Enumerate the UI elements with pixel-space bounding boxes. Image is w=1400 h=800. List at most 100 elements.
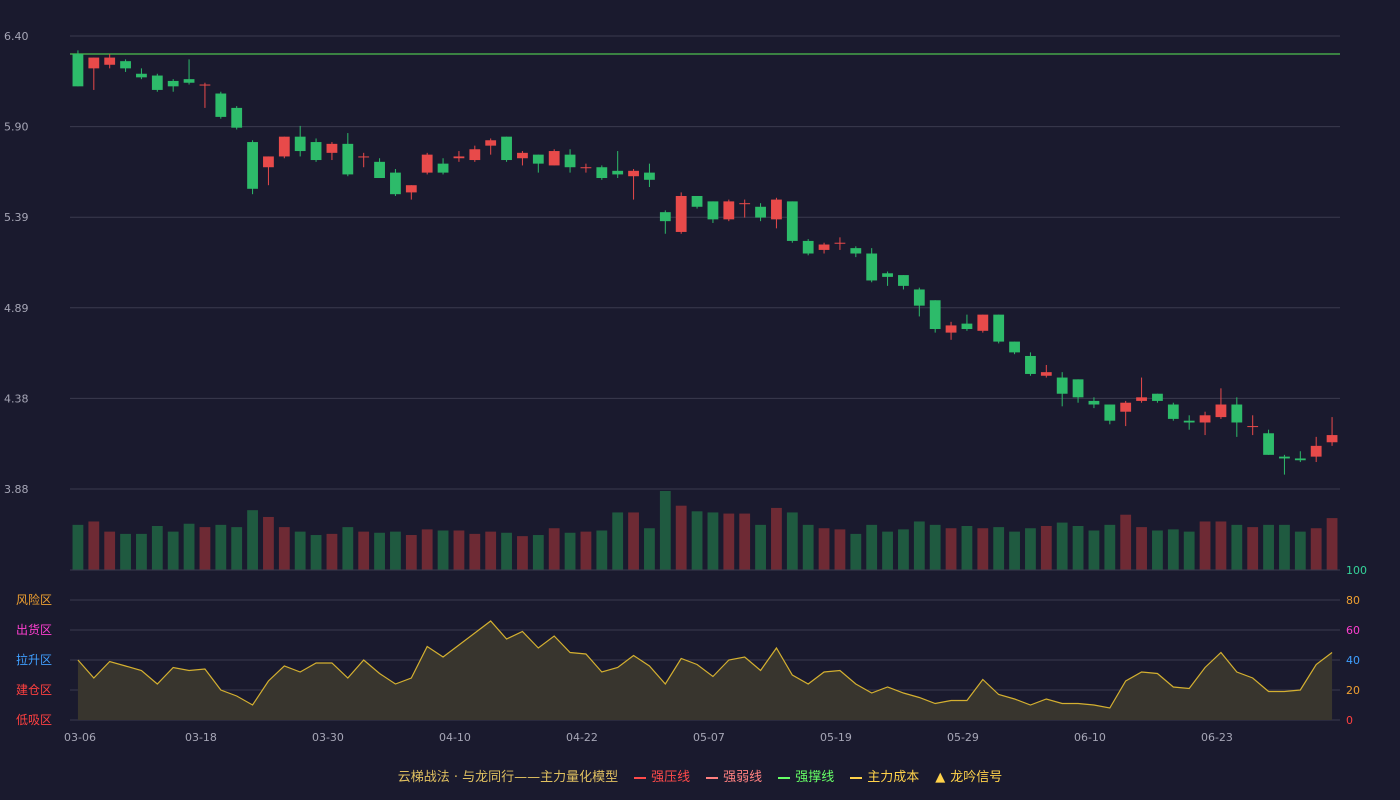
candle: [120, 59, 131, 72]
legend-swatch: [634, 776, 647, 779]
candle: [390, 169, 401, 196]
candle-body: [501, 136, 512, 161]
candle: [675, 192, 687, 234]
volume-bar: [263, 516, 274, 570]
indicator-zone-label: 出货区: [16, 622, 52, 637]
candle: [374, 158, 385, 179]
candle: [834, 237, 846, 250]
volume-bar: [818, 528, 830, 570]
candle: [1231, 397, 1243, 437]
candle-body: [1310, 445, 1322, 457]
volume-bar: [739, 513, 751, 570]
volume-bar: [850, 533, 862, 570]
candle-body: [294, 136, 306, 152]
candle: [548, 149, 560, 166]
candle: [263, 156, 274, 186]
price-tick-label: 3.88: [4, 483, 29, 496]
candle-body: [564, 154, 576, 168]
candle-body: [104, 57, 116, 65]
triangle-icon: ▲: [935, 770, 946, 785]
candle-body: [580, 167, 592, 169]
candle: [1088, 397, 1100, 409]
candle-body: [913, 289, 925, 306]
candle-body: [675, 195, 687, 232]
volume-bar: [771, 507, 782, 570]
candle: [1136, 377, 1147, 403]
volume-bar: [104, 531, 116, 570]
indicator-zone-label: 风险区: [16, 592, 52, 607]
volume-bar: [1215, 521, 1227, 570]
volume-bar: [247, 510, 258, 570]
volume-bar: [723, 513, 735, 570]
candle-body: [1199, 415, 1211, 423]
candle-body: [151, 75, 163, 90]
volume-bar: [532, 535, 544, 570]
volume-bar: [1263, 524, 1274, 570]
date-tick-label: 06-23: [1201, 731, 1233, 744]
candle: [818, 242, 830, 254]
candle: [929, 300, 941, 333]
date-tick-label: 03-30: [312, 731, 344, 744]
chart-legend: 云梯战法 · 与龙同行——主力量化模型 强压线 强弱线 强撑线 主力成本 ▲ 龙吟信号: [0, 766, 1400, 785]
volume-bar: [294, 531, 306, 570]
indicator-tick-label: 60: [1346, 624, 1360, 637]
volume-bar: [659, 491, 671, 570]
candle: [485, 138, 497, 155]
candle: [1247, 415, 1259, 436]
candle-body: [961, 323, 973, 330]
candle-body: [1247, 426, 1259, 428]
candle-body: [882, 273, 893, 277]
candle-body: [1040, 372, 1052, 376]
legend-item: 强弱线: [706, 766, 762, 785]
volume-bar: [453, 530, 465, 570]
candle: [1009, 341, 1020, 355]
candle: [1263, 429, 1274, 455]
candle: [1310, 436, 1322, 463]
candle-body: [1025, 355, 1036, 374]
volume-bar: [580, 531, 592, 570]
candle-body: [1088, 400, 1100, 405]
candle-body: [1009, 341, 1020, 353]
legend-label: 强撑线: [795, 770, 835, 785]
candle: [659, 210, 671, 234]
candle-body: [802, 240, 814, 254]
volume-bar: [1088, 530, 1100, 570]
volume-bar: [215, 524, 227, 570]
candle: [437, 158, 449, 175]
candle: [358, 152, 370, 168]
volume-bar: [961, 525, 973, 570]
candle: [1104, 404, 1116, 425]
volume-bar: [421, 529, 433, 570]
candle: [532, 154, 544, 173]
volume-bar: [1040, 525, 1052, 570]
legend-item: 主力成本: [850, 766, 919, 785]
candle: [405, 185, 417, 200]
volume-bar: [1183, 531, 1195, 570]
price-tick-label: 5.39: [4, 211, 29, 224]
candle: [739, 199, 751, 218]
candle-body: [755, 206, 766, 218]
candle: [691, 195, 703, 209]
candle: [961, 314, 973, 331]
candle: [136, 68, 147, 80]
candle-body: [929, 300, 941, 330]
candle-body: [644, 172, 655, 180]
candle: [469, 145, 481, 162]
candle: [882, 271, 893, 286]
candle-body: [1231, 404, 1243, 423]
date-tick-label: 04-10: [439, 731, 471, 744]
volume-bar: [596, 530, 608, 570]
candle: [72, 50, 84, 87]
candle-body: [1326, 435, 1338, 443]
candle: [1167, 402, 1179, 421]
indicator-tick-label: 80: [1346, 594, 1360, 607]
candle-body: [1152, 393, 1163, 401]
indicator-zone-label: 低吸区: [16, 713, 52, 727]
price-tick-label: 4.89: [4, 302, 29, 315]
candle-body: [993, 314, 1005, 342]
volume-bar: [1199, 521, 1211, 570]
candle: [1056, 372, 1068, 407]
volume-bar: [612, 512, 624, 570]
candle: [167, 79, 179, 92]
volume-bar: [1167, 529, 1179, 570]
